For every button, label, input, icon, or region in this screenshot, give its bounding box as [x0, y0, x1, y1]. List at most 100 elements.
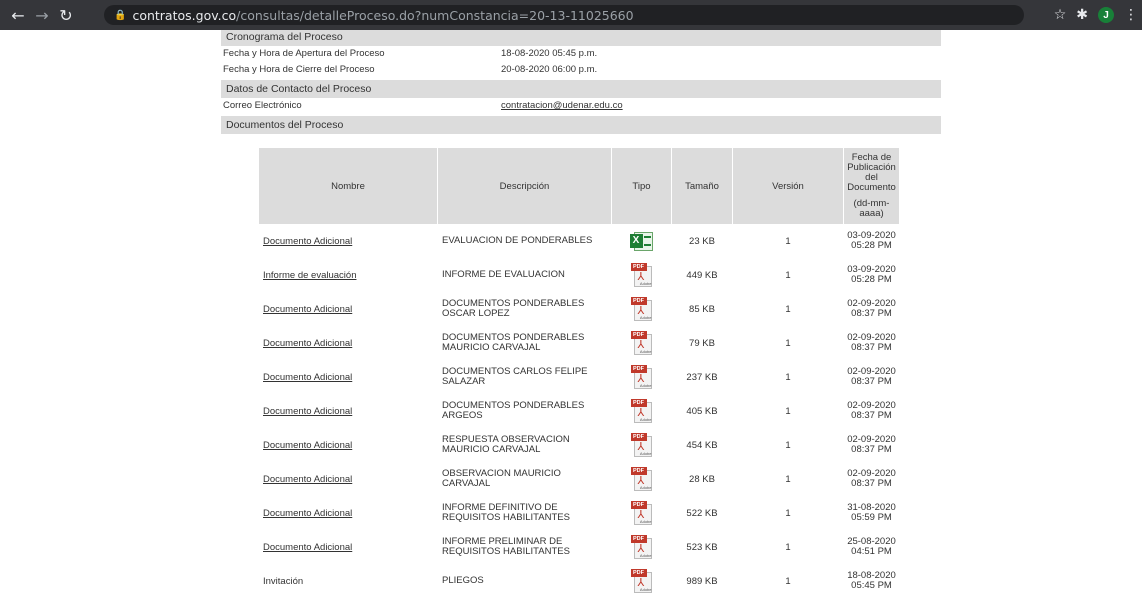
- doc-time: 08:37 PM: [851, 376, 892, 387]
- cell-nombre: Documento Adicional: [259, 428, 437, 462]
- cell-descripcion: DOCUMENTOS PONDERABLES MAURICIO CARVAJAL: [438, 326, 611, 360]
- pdf-icon[interactable]: ⅄ PDF Adobe: [630, 263, 653, 287]
- cell-fecha: 02-09-2020 08:37 PM: [844, 292, 899, 326]
- table-row: Informe de evaluación INFORME DE EVALUACI…: [259, 258, 899, 292]
- doc-time: 08:37 PM: [851, 342, 892, 353]
- cell-version: 1: [785, 439, 791, 451]
- doc-name-link[interactable]: Informe de evaluación: [263, 270, 356, 281]
- cell-nombre: Documento Adicional: [259, 326, 437, 360]
- doc-name-link[interactable]: Documento Adicional: [263, 440, 352, 451]
- xls-icon[interactable]: X: [629, 230, 654, 252]
- documents-table: Nombre Descripción Tipo Tamaño Versión F…: [258, 148, 900, 598]
- pdf-icon[interactable]: ⅄ PDF Adobe: [630, 433, 653, 457]
- back-arrow-icon[interactable]: ←: [6, 0, 30, 30]
- doc-description-line: INFORME DE EVALUACION: [442, 269, 565, 280]
- cell-fecha: 02-09-2020 08:37 PM: [844, 428, 899, 462]
- pdf-icon[interactable]: ⅄ PDF Adobe: [630, 569, 653, 593]
- cell-fecha: 02-09-2020 08:37 PM: [844, 462, 899, 496]
- field-label: Correo Electrónico: [223, 100, 302, 111]
- cell-nombre: Invitación: [259, 564, 437, 598]
- section-documentos-header: Documentos del Proceso: [221, 116, 941, 134]
- doc-name-link[interactable]: Documento Adicional: [263, 338, 352, 349]
- doc-description-line: OBSERVACION MAURICIO CARVAJAL: [442, 468, 561, 489]
- doc-description-line: REQUISITOS HABILITANTES: [442, 512, 570, 523]
- doc-name-link[interactable]: Documento Adicional: [263, 236, 352, 247]
- cell-tamano: 523 KB: [686, 541, 718, 553]
- col-nombre: Nombre: [259, 148, 437, 224]
- cell-descripcion: RESPUESTA OBSERVACION MAURICIO CARVAJAL: [438, 428, 611, 462]
- star-icon[interactable]: ☆: [1054, 7, 1067, 23]
- cell-nombre: Documento Adicional: [259, 292, 437, 326]
- cell-tipo: ⅄ PDF Adobe: [612, 394, 671, 428]
- cell-fecha: 03-09-2020 05:28 PM: [844, 224, 899, 258]
- email-link[interactable]: contratacion@udenar.edu.co: [501, 98, 623, 114]
- cell-fecha: 25-08-2020 04:51 PM: [844, 530, 899, 564]
- pdf-icon[interactable]: ⅄ PDF Adobe: [630, 501, 653, 525]
- doc-time: 08:37 PM: [851, 410, 892, 421]
- address-bar[interactable]: 🔒 contratos.gov.co/consultas/detalleProc…: [104, 5, 1024, 25]
- table-header-row: Nombre Descripción Tipo Tamaño Versión F…: [259, 148, 899, 224]
- cell-tamano: 989 KB: [686, 575, 718, 587]
- table-row: Documento Adicional OBSERVACION MAURICIO …: [259, 462, 899, 496]
- menu-dots-icon[interactable]: ⋮: [1124, 7, 1138, 23]
- pdf-icon[interactable]: ⅄ PDF Adobe: [630, 399, 653, 423]
- pdf-icon[interactable]: ⅄ PDF Adobe: [630, 331, 653, 355]
- cell-tipo: ⅄ PDF Adobe: [612, 258, 671, 292]
- doc-name-link[interactable]: Documento Adicional: [263, 474, 352, 485]
- cell-fecha: 02-09-2020 08:37 PM: [844, 326, 899, 360]
- cell-tamano: 79 KB: [689, 337, 715, 349]
- field-cierre: Fecha y Hora de Cierre del Proceso 20-08…: [221, 62, 941, 78]
- cell-version: 1: [785, 303, 791, 315]
- cell-tamano: 449 KB: [686, 269, 718, 281]
- browser-toolbar: ← → ↻ 🔒 contratos.gov.co/consultas/detal…: [0, 0, 1142, 30]
- cell-version: 1: [785, 507, 791, 519]
- cell-version: 1: [785, 235, 791, 247]
- reload-icon[interactable]: ↻: [54, 0, 78, 30]
- doc-time: 08:37 PM: [851, 444, 892, 455]
- cell-descripcion: INFORME PRELIMINAR DE REQUISITOS HABILITA…: [438, 530, 611, 564]
- pdf-icon[interactable]: ⅄ PDF Adobe: [630, 297, 653, 321]
- cell-tamano: 522 KB: [686, 507, 718, 519]
- cell-nombre: Documento Adicional: [259, 462, 437, 496]
- field-apertura: Fecha y Hora de Apertura del Proceso 18-…: [221, 46, 941, 62]
- pdf-icon[interactable]: ⅄ PDF Adobe: [630, 467, 653, 491]
- cell-descripcion: PLIEGOS: [438, 564, 611, 598]
- table-row: Invitación PLIEGOS ⅄ PDF Adobe 989 KB 1 18-08-2…: [259, 564, 899, 598]
- cell-tamano: 237 KB: [686, 371, 718, 383]
- col-descripcion: Descripción: [438, 148, 611, 224]
- table-row: Documento Adicional DOCUMENTOS CARLOS FEL…: [259, 360, 899, 394]
- cell-tamano: 23 KB: [689, 235, 715, 247]
- cell-version: 1: [785, 473, 791, 485]
- doc-description-line: MAURICIO CARVAJAL: [442, 444, 541, 455]
- table-row: Documento Adicional INFORME DEFINITIVO DE…: [259, 496, 899, 530]
- doc-name-link[interactable]: Documento Adicional: [263, 508, 352, 519]
- cell-tipo: ⅄ PDF Adobe: [612, 564, 671, 598]
- col-tipo: Tipo: [612, 148, 671, 224]
- doc-description-line: ARGEOS: [442, 410, 483, 421]
- cell-nombre: Documento Adicional: [259, 360, 437, 394]
- doc-name-link[interactable]: Documento Adicional: [263, 372, 352, 383]
- cell-fecha: 02-09-2020 08:37 PM: [844, 394, 899, 428]
- table-row: Documento Adicional INFORME PRELIMINAR DE…: [259, 530, 899, 564]
- cell-version: 1: [785, 371, 791, 383]
- doc-description-line: REQUISITOS HABILITANTES: [442, 546, 570, 557]
- doc-description-line: MAURICIO CARVAJAL: [442, 342, 541, 353]
- doc-name-link[interactable]: Documento Adicional: [263, 304, 352, 315]
- extensions-puzzle-icon[interactable]: ✱: [1076, 7, 1088, 23]
- profile-avatar[interactable]: J: [1098, 7, 1114, 23]
- section-contacto-header: Datos de Contacto del Proceso: [221, 80, 941, 98]
- pdf-icon[interactable]: ⅄ PDF Adobe: [630, 535, 653, 559]
- table-row: Documento Adicional DOCUMENTOS PONDERABLE…: [259, 326, 899, 360]
- table-row: Documento Adicional DOCUMENTOS PONDERABLE…: [259, 292, 899, 326]
- url-path: /consultas/detalleProceso.do?numConstanc…: [236, 7, 634, 23]
- doc-name-link[interactable]: Documento Adicional: [263, 542, 352, 553]
- doc-name[interactable]: Invitación: [263, 576, 303, 587]
- cell-tipo: ⅄ PDF Adobe: [612, 292, 671, 326]
- cell-tipo: X: [612, 224, 671, 258]
- url-host: contratos.gov.co: [132, 7, 237, 23]
- col-version: Versión: [733, 148, 843, 224]
- forward-arrow-icon[interactable]: →: [30, 0, 54, 30]
- doc-name-link[interactable]: Documento Adicional: [263, 406, 352, 417]
- cell-tipo: ⅄ PDF Adobe: [612, 326, 671, 360]
- pdf-icon[interactable]: ⅄ PDF Adobe: [630, 365, 653, 389]
